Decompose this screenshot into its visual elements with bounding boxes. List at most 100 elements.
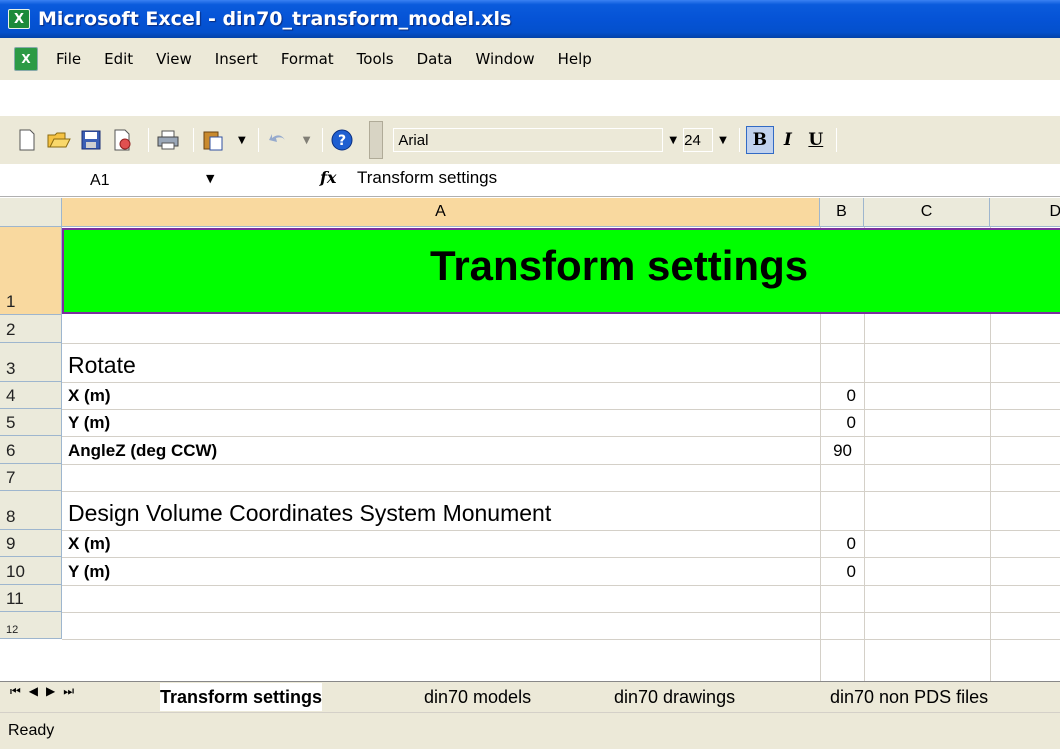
row-header-1[interactable]: 1 xyxy=(0,227,62,315)
underline-button[interactable]: U xyxy=(802,126,830,154)
cell-a1-text: Transform settings xyxy=(430,242,809,289)
column-header-b[interactable]: B xyxy=(820,198,864,227)
column-header-c[interactable]: C xyxy=(864,198,990,227)
sheet-tab-transform-settings[interactable]: Transform settings xyxy=(160,683,323,711)
help-icon[interactable]: ? xyxy=(329,127,355,153)
column-header-d[interactable]: D xyxy=(990,198,1060,227)
name-box-value: A1 xyxy=(90,171,110,189)
cell-a4[interactable]: X (m) xyxy=(68,386,111,406)
cell-b6[interactable]: 90 xyxy=(812,441,852,461)
cell-a3[interactable]: Rotate xyxy=(68,352,136,379)
formula-bar: A1 xyxy=(0,165,1060,197)
workbook-icon[interactable]: X xyxy=(14,47,38,71)
menu-window[interactable]: Window xyxy=(475,50,534,68)
excel-app-icon[interactable]: X xyxy=(8,9,30,29)
save-icon[interactable] xyxy=(78,127,104,153)
sheet-tab-label: din70 models xyxy=(424,686,532,707)
worksheet-grid[interactable]: A B C D 1 2 3 4 5 6 7 8 9 10 11 12 Trans… xyxy=(0,198,1060,681)
font-size-value: 24 xyxy=(684,131,701,149)
sheet-tab-din70-models[interactable]: din70 models xyxy=(424,683,531,711)
bold-button[interactable]: B xyxy=(745,126,774,154)
window-title: Microsoft Excel - din70_transform_model.… xyxy=(38,8,512,30)
undo-dropdown-icon[interactable]: ▼ xyxy=(303,135,311,146)
toolbar-separator xyxy=(738,128,740,152)
toolbar-separator xyxy=(148,128,149,152)
sheet-tab-din70-non-pds-files[interactable]: din70 non PDS files xyxy=(830,683,988,711)
row-header-9[interactable]: 9 xyxy=(0,530,62,557)
underline-label: U xyxy=(808,130,824,150)
paste-dropdown-icon[interactable]: ▼ xyxy=(238,135,246,146)
font-name-value: Arial xyxy=(398,131,429,149)
cell-a6[interactable]: AngleZ (deg CCW) xyxy=(68,441,217,461)
sheet-tab-label: din70 drawings xyxy=(614,686,736,707)
menu-bar: X File Edit View Insert Format Tools Dat… xyxy=(0,38,1060,80)
menu-help[interactable]: Help xyxy=(558,50,592,68)
toolbar-separator xyxy=(193,128,194,152)
row-header-6[interactable]: 6 xyxy=(0,436,62,464)
cell-a8[interactable]: Design Volume Coordinates System Monumen… xyxy=(68,500,551,527)
menu-tools[interactable]: Tools xyxy=(357,50,394,68)
name-box-dropdown-icon[interactable]: ▼ xyxy=(206,172,214,185)
row-header-5[interactable]: 5 xyxy=(0,409,62,436)
column-header-a[interactable]: A xyxy=(62,198,820,227)
grid-line xyxy=(62,436,1060,437)
cell-b4[interactable]: 0 xyxy=(816,386,856,406)
cell-a9[interactable]: X (m) xyxy=(68,534,111,554)
cell-b5[interactable]: 0 xyxy=(816,413,856,433)
grid-line xyxy=(62,382,1060,383)
cell-b10[interactable]: 0 xyxy=(816,562,856,582)
menu-file[interactable]: File xyxy=(56,50,81,68)
grid-line xyxy=(62,585,1060,586)
sheet-tab-label: Transform settings xyxy=(160,686,323,707)
menu-format[interactable]: Format xyxy=(281,50,334,68)
paste-icon[interactable] xyxy=(200,127,226,153)
toolbar-separator xyxy=(257,128,259,152)
row-header-8[interactable]: 8 xyxy=(0,491,62,530)
grid-line xyxy=(62,612,1060,613)
grid-line xyxy=(62,464,1060,465)
font-name-dropdown-icon[interactable]: ▼ xyxy=(669,135,677,146)
undo-icon[interactable] xyxy=(265,127,291,153)
font-size-select[interactable]: 24 xyxy=(683,128,714,152)
open-icon[interactable] xyxy=(46,127,72,153)
row-header-12[interactable]: 12 xyxy=(0,612,62,639)
formula-input[interactable]: Transform settings xyxy=(357,168,497,188)
italic-button[interactable]: I xyxy=(774,126,802,154)
sheet-tab-label: din70 non PDS files xyxy=(830,686,989,707)
row-header-2[interactable]: 2 xyxy=(0,315,62,343)
cell-b9[interactable]: 0 xyxy=(816,534,856,554)
status-text: Ready xyxy=(8,722,55,739)
cell-a5[interactable]: Y (m) xyxy=(68,413,110,433)
grid-line xyxy=(62,409,1060,410)
menu-edit[interactable]: Edit xyxy=(104,50,133,68)
row-header-10[interactable]: 10 xyxy=(0,557,62,585)
row-header-3[interactable]: 3 xyxy=(0,343,62,382)
menu-view[interactable]: View xyxy=(156,50,192,68)
title-bar: X Microsoft Excel - din70_transform_mode… xyxy=(0,0,1060,38)
row-header-11[interactable]: 11 xyxy=(0,585,62,612)
row-header-4[interactable]: 4 xyxy=(0,382,62,409)
grid-line xyxy=(62,557,1060,558)
print-icon[interactable] xyxy=(155,127,181,153)
sheet-tab-din70-drawings[interactable]: din70 drawings xyxy=(614,683,735,711)
toolbar-grip-icon[interactable] xyxy=(369,121,384,159)
select-all-corner[interactable] xyxy=(0,198,62,227)
font-size-dropdown-icon[interactable]: ▼ xyxy=(719,135,727,146)
print-preview-icon[interactable] xyxy=(110,127,136,153)
italic-label: I xyxy=(783,130,792,150)
grid-line xyxy=(62,639,1060,640)
grid-line xyxy=(62,491,1060,492)
menu-insert[interactable]: Insert xyxy=(215,50,258,68)
new-icon[interactable] xyxy=(14,127,40,153)
font-name-select[interactable]: Arial xyxy=(393,128,664,152)
grid-line xyxy=(62,530,1060,531)
insert-function-icon[interactable]: fx xyxy=(320,168,336,187)
toolbar-separator xyxy=(835,128,837,152)
cell-a10[interactable]: Y (m) xyxy=(68,562,110,582)
menu-data[interactable]: Data xyxy=(417,50,453,68)
toolbar-separator xyxy=(322,128,324,152)
sheet-nav-buttons[interactable]: ⏮◀▶⏭ xyxy=(10,684,82,699)
row-header-7[interactable]: 7 xyxy=(0,464,62,491)
toolbar: ▼ ▼ ? Arial ▼ 24 ▼ B I U xyxy=(0,116,1060,164)
grid-line xyxy=(62,343,1060,344)
